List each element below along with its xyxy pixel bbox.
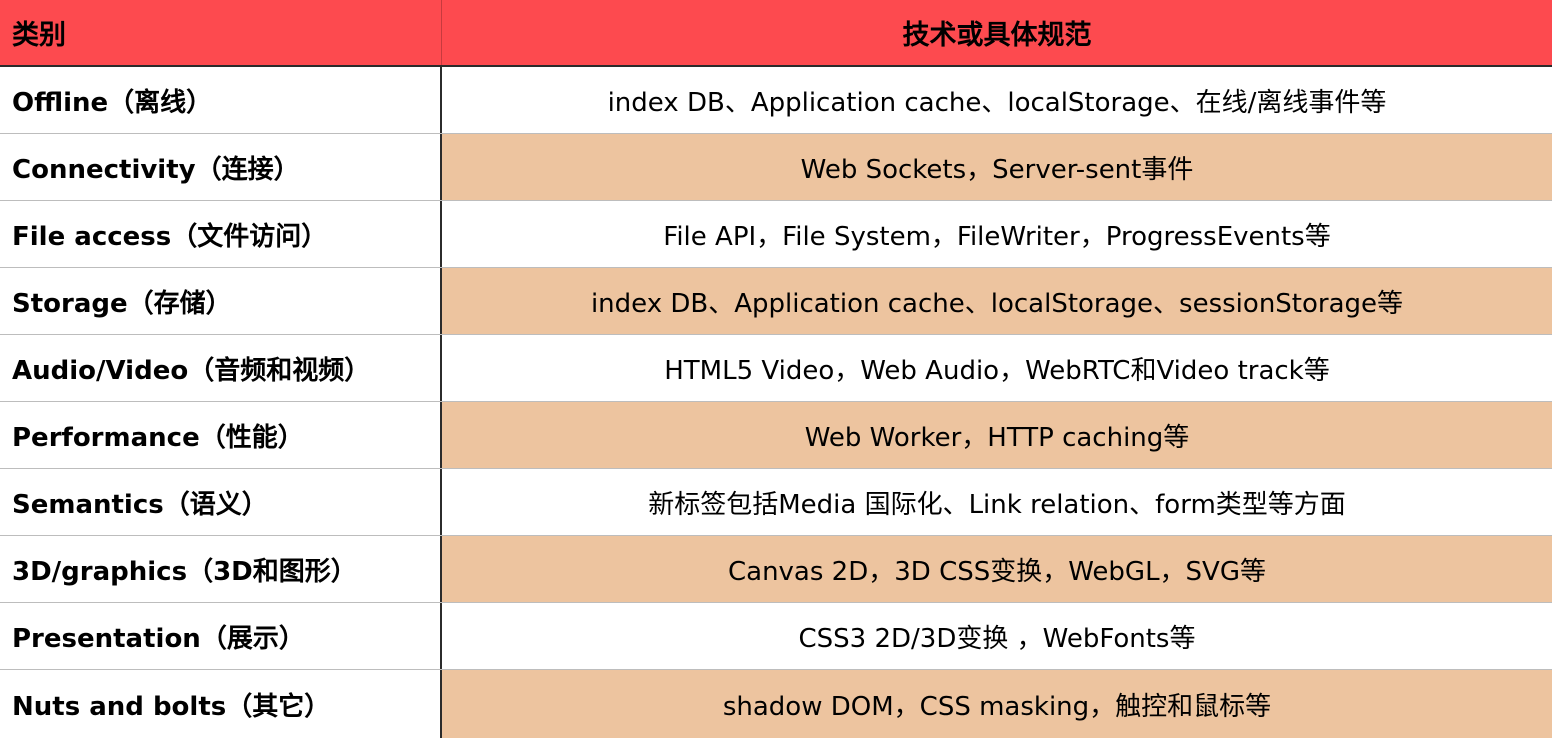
header-category: 类别 bbox=[0, 0, 442, 65]
html5-features-table: 类别 技术或具体规范 Offline（离线） index DB、Applicat… bbox=[0, 0, 1552, 738]
table-header-row: 类别 技术或具体规范 bbox=[0, 0, 1552, 67]
technology-cell: shadow DOM，CSS masking，触控和鼠标等 bbox=[442, 670, 1552, 738]
technology-cell: Canvas 2D，3D CSS变换，WebGL，SVG等 bbox=[442, 536, 1552, 602]
technology-cell: 新标签包括Media 国际化、Link relation、form类型等方面 bbox=[648, 489, 1346, 520]
table-row: File access（文件访问） File API，File System，F… bbox=[0, 201, 1552, 268]
category-cell: Connectivity（连接） bbox=[0, 134, 442, 200]
category-cell: Storage（存储） bbox=[0, 268, 442, 334]
technology-cell: CSS3 2D/3D变换 ，WebFonts等 bbox=[798, 623, 1196, 654]
category-cell: Presentation（展示） bbox=[0, 603, 442, 669]
technology-cell: Web Sockets，Server-sent事件 bbox=[442, 134, 1552, 200]
technology-cell: index DB、Application cache、localStorage、… bbox=[442, 268, 1552, 334]
category-cell: Performance（性能） bbox=[0, 402, 442, 468]
category-cell: Offline（离线） bbox=[0, 67, 442, 133]
table-row: Presentation（展示） CSS3 2D/3D变换 ，WebFonts等 bbox=[0, 603, 1552, 670]
category-cell: Audio/Video（音频和视频） bbox=[0, 335, 442, 401]
category-cell: File access（文件访问） bbox=[0, 201, 442, 267]
table-row: Connectivity（连接） Web Sockets，Server-sent… bbox=[0, 134, 1552, 201]
table-row: Offline（离线） index DB、Application cache、l… bbox=[0, 67, 1552, 134]
table-row: Nuts and bolts（其它） shadow DOM，CSS maskin… bbox=[0, 670, 1552, 738]
category-cell: 3D/graphics（3D和图形） bbox=[0, 536, 442, 602]
technology-cell: Web Worker，HTTP caching等 bbox=[442, 402, 1552, 468]
table-row: 3D/graphics（3D和图形） Canvas 2D，3D CSS变换，We… bbox=[0, 536, 1552, 603]
table-row: Semantics（语义） 新标签包括Media 国际化、Link relati… bbox=[0, 469, 1552, 536]
technology-cell: index DB、Application cache、localStorage、… bbox=[607, 87, 1387, 118]
table-row: Storage（存储） index DB、Application cache、l… bbox=[0, 268, 1552, 335]
table-row: Performance（性能） Web Worker，HTTP caching等 bbox=[0, 402, 1552, 469]
technology-cell: File API，File System，FileWriter，Progress… bbox=[663, 221, 1331, 252]
category-cell: Nuts and bolts（其它） bbox=[0, 670, 442, 738]
header-technology: 技术或具体规范 bbox=[902, 20, 1092, 51]
table-row: Audio/Video（音频和视频） HTML5 Video，Web Audio… bbox=[0, 335, 1552, 402]
technology-cell: HTML5 Video，Web Audio，WebRTC和Video track… bbox=[664, 355, 1330, 386]
category-cell: Semantics（语义） bbox=[0, 469, 442, 535]
